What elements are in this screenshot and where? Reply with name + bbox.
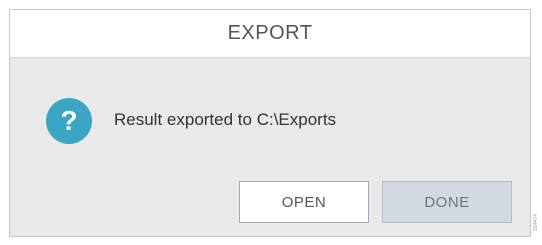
dialog-title: EXPORT bbox=[227, 22, 313, 44]
question-mark-glyph: ? bbox=[60, 104, 78, 136]
dialog-message: Result exported to C:\Exports bbox=[114, 110, 337, 129]
dialog-content: ? Result exported to C:\Exports bbox=[10, 58, 530, 168]
question-mark-icon: ? bbox=[46, 98, 92, 144]
open-button[interactable]: OPEN bbox=[239, 181, 369, 223]
done-button[interactable]: DONE bbox=[382, 181, 512, 223]
figure-id-label: S14474 bbox=[533, 214, 539, 232]
dialog-titlebar: EXPORT bbox=[10, 10, 530, 58]
